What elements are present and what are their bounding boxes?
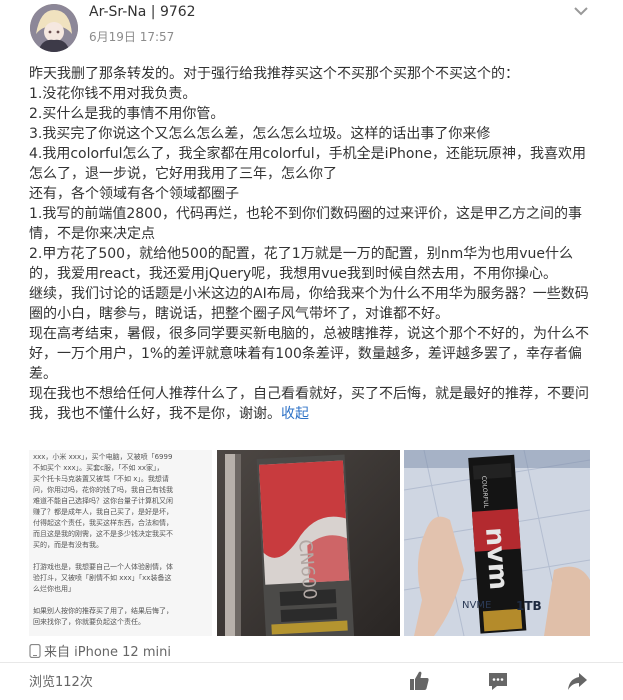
post-body: 昨天我删了那条转发的。对于强行给我推荐买这个不买那个买那个不买这个的： 1.没花…: [29, 64, 597, 424]
share-icon[interactable]: [566, 670, 588, 692]
avatar[interactable]: [30, 4, 78, 52]
screenshot-line: [33, 595, 209, 606]
screenshot-line: 打游戏也是，我想要自己一个人体验剧情，体: [33, 563, 173, 571]
screenshot-line: 么烂你也用」: [33, 585, 75, 593]
post-paragraph: 还有，各个领域有各个领域都圈子: [29, 186, 239, 202]
nvm-brand: nvm: [479, 526, 513, 591]
thumbs-up-icon[interactable]: [408, 670, 430, 692]
screenshot-line: 赚了？都是成年人，我自己买了，是好是坏，: [33, 508, 173, 516]
post-paragraph: 1.没花你钱不用对我负责。: [29, 86, 197, 102]
screenshot-line: 验打斗，又被喷「剧情不如 xxx」「xx装备这: [33, 574, 172, 582]
post-paragraph-last: 现在我也不想给任何人推荐什么了，自己看看就好，买了不后悔，就是最好的推荐，不要问…: [29, 384, 597, 424]
screenshot-line: 不如买个 xxx」。买套c服，「不如 xx家」，: [33, 464, 164, 472]
screenshot-line: 买个托卡马克装置又被骂「不如 x」。我想请: [33, 475, 169, 483]
ssd-photo-nvm-art: COLORFUL nvm NVME 1TB: [404, 450, 590, 636]
ssd-photo-nvm[interactable]: COLORFUL nvm NVME 1TB: [404, 450, 590, 636]
ssd-photo-red-art: CN600: [217, 450, 400, 636]
screenshot-line: 而且这是我的刚需，这不是多少钱决定我买不: [33, 530, 173, 538]
screenshot-line: 买的，而是有没有我。: [33, 541, 103, 549]
source-text: 来自 iPhone 12 mini: [44, 645, 171, 660]
screenshot-line: 难道不能自己选择吗？这你台量子计算机又闲: [33, 497, 173, 505]
screenshot-line: 付得起这个责任，我买这样东西，合法和情，: [33, 519, 173, 527]
nvm-capacity: 1TB: [516, 599, 542, 613]
post-source: 来自 iPhone 12 mini: [29, 641, 171, 660]
post-paragraph: 继续，我们讨论的话题是小米这边的AI布局，你给我来个为什么不用华为服务器？一些数…: [29, 286, 589, 322]
author-name[interactable]: Ar-Sr-Na | 9762: [89, 4, 196, 20]
chevron-down-icon[interactable]: [572, 2, 590, 20]
ssd-photo-red[interactable]: CN600: [217, 450, 400, 636]
post-paragraph: 2.买什么是我的事情不用你管。: [29, 106, 225, 122]
post-paragraph: 昨天我删了那条转发的。对于强行给我推荐买这个不买那个买那个不买这个的：: [29, 66, 519, 82]
view-count: 浏览112次: [29, 675, 93, 690]
post-paragraph: 1.我写的前端值2800，代码再烂，也轮不到你们数码圈的过来评价，这是甲乙方之间…: [29, 206, 582, 242]
screenshot-line: 问，你用过吗，花你的钱了吗，我自己有钱我: [33, 486, 173, 494]
collapse-link[interactable]: 收起: [281, 406, 309, 422]
screenshot-image[interactable]: xxx，小米 xxx」，买个电脑，又被喷「6999 不如买个 xxx」。买套c服…: [29, 450, 212, 636]
post-paragraph: 3.我买完了你说这个又怎么怎么差，怎么怎么垃圾。这样的话出事了你来修: [29, 126, 491, 142]
post-paragraph: 2.甲方花了500，就给他500的配置，花了1万就是一万的配置，别nm华为也用v…: [29, 246, 573, 282]
screenshot-line: xxx，小米 xxx」，买个电脑，又被喷「6999: [33, 453, 173, 461]
comment-icon[interactable]: [487, 670, 509, 692]
post-paragraph: 现在高考结束，暑假，很多同学要买新电脑的，总被瞎推荐，说这个那个不好的，为什么不…: [29, 326, 589, 382]
screenshot-line: [33, 551, 209, 562]
screenshot-text: xxx，小米 xxx」，买个电脑，又被喷「6999 不如买个 xxx」。买套c服…: [33, 452, 209, 628]
divider: [0, 662, 623, 663]
post-paragraph-text: 现在我也不想给任何人推荐什么了，自己看看就好，买了不后悔，就是最好的推荐，不要问…: [29, 386, 589, 422]
post-time: 6月19日 17:57: [89, 30, 175, 44]
post-header: Ar-Sr-Na | 9762 6月19日 17:57: [0, 0, 623, 60]
post-paragraph: 4.我用colorful怎么了，我全家都在用colorful，手机全是iPhon…: [29, 146, 586, 182]
nvm-type: NVME: [462, 600, 491, 611]
screenshot-line: 如果别人按你的推荐买了用了，结果后悔了，: [33, 607, 173, 615]
phone-icon: [29, 643, 41, 659]
screenshot-line: 回来找你了，你就要负起这个责任。: [33, 618, 145, 626]
